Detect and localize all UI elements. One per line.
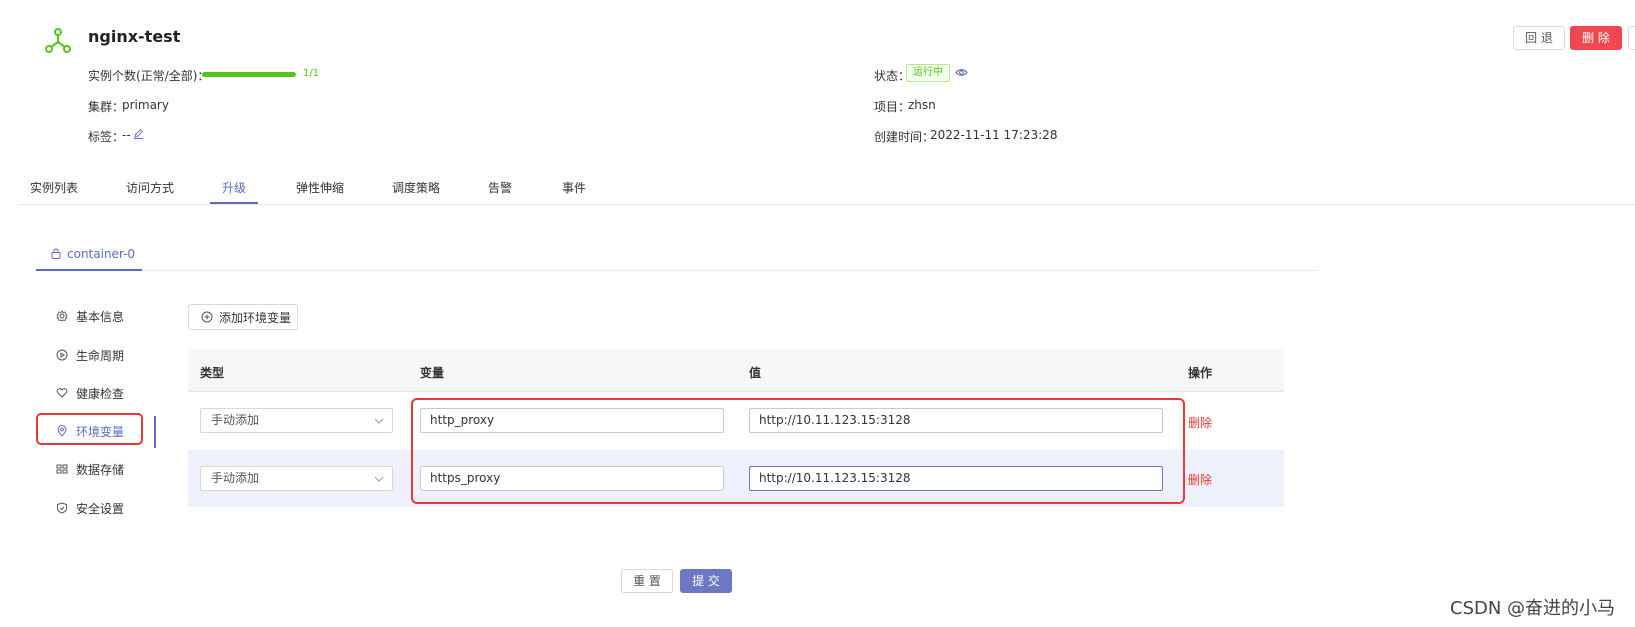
instances-label: 实例个数(正常/全部)： <box>88 69 210 83</box>
tags-label: 标签： <box>88 130 125 144</box>
instances-progress-bar <box>202 72 296 77</box>
env-type-value: 手动添加 <box>211 413 260 427</box>
highlight-box-side <box>36 413 143 445</box>
watermark: CSDN @奋进的小马 <box>1450 598 1616 619</box>
env-type-value: 手动添加 <box>211 471 260 485</box>
lock-icon <box>51 248 61 259</box>
col-header-type: 类型 <box>200 366 225 380</box>
container-tabs-divider <box>36 270 1318 271</box>
env-row-delete-link[interactable]: 删除 <box>1188 471 1212 488</box>
more-button[interactable] <box>1628 26 1635 50</box>
chevron-down-icon <box>374 476 384 482</box>
submit-button[interactable]: 提 交 <box>680 569 732 593</box>
created-value: 2022-11-11 17:23:28 <box>930 128 1058 142</box>
instances-progress-fill <box>202 72 296 77</box>
tab-upgrade[interactable]: 升级 <box>222 179 246 196</box>
storage-icon <box>56 464 68 474</box>
delete-button[interactable]: 删 除 <box>1570 26 1622 50</box>
tab-autoscale[interactable]: 弹性伸缩 <box>296 179 344 196</box>
tab-events[interactable]: 事件 <box>562 179 586 196</box>
tab-active-indicator <box>210 202 258 204</box>
env-type-select[interactable]: 手动添加 <box>200 466 393 491</box>
col-header-operation: 操作 <box>1188 366 1213 380</box>
cluster-label: 集群： <box>88 100 125 114</box>
cluster-value: primary <box>122 98 169 112</box>
rollback-button[interactable]: 回 退 <box>1513 26 1565 50</box>
side-item-lifecycle[interactable]: 生命周期 <box>56 345 124 365</box>
env-row-delete-link[interactable]: 删除 <box>1188 414 1212 431</box>
side-item-basic-info[interactable]: 基本信息 <box>56 306 124 326</box>
env-type-select[interactable]: 手动添加 <box>200 408 393 433</box>
container-tab-indicator <box>36 269 142 271</box>
tab-scheduling[interactable]: 调度策略 <box>392 179 440 196</box>
gear-icon <box>56 310 68 322</box>
side-item-label: 生命周期 <box>76 348 125 363</box>
add-env-var-label: 添加环境变量 <box>219 310 292 325</box>
tab-instances[interactable]: 实例列表 <box>30 179 78 196</box>
reset-button[interactable]: 重 置 <box>621 569 673 593</box>
status-label: 状态： <box>874 69 911 83</box>
play-circle-icon <box>56 349 68 361</box>
eye-icon[interactable] <box>955 66 968 79</box>
side-item-label: 健康检查 <box>76 386 125 401</box>
side-item-label: 数据存储 <box>76 462 125 477</box>
side-item-health-check[interactable]: 健康检查 <box>56 383 124 403</box>
created-label: 创建时间： <box>874 130 935 144</box>
project-label: 项目： <box>874 100 911 114</box>
app-logo-icon <box>44 27 72 55</box>
app-title: nginx-test <box>88 27 181 46</box>
project-value: zhsn <box>908 98 936 112</box>
status-badge: 运行中 <box>906 64 950 82</box>
side-item-label: 基本信息 <box>76 309 125 324</box>
plus-circle-icon <box>201 311 213 323</box>
shield-icon <box>57 502 67 514</box>
tags-value: -- <box>122 128 131 142</box>
add-env-var-button[interactable]: 添加环境变量 <box>188 304 298 330</box>
side-item-storage[interactable]: 数据存储 <box>56 459 124 479</box>
tab-access[interactable]: 访问方式 <box>126 179 174 196</box>
col-header-value: 值 <box>749 366 762 380</box>
side-item-security[interactable]: 安全设置 <box>56 498 124 518</box>
instances-count: 1/1 <box>303 68 320 79</box>
heart-icon <box>56 388 68 398</box>
chevron-down-icon <box>374 418 384 424</box>
side-item-label: 安全设置 <box>76 501 125 516</box>
tabs-divider <box>18 204 1635 205</box>
container-tab[interactable]: container-0 <box>67 247 135 261</box>
col-header-variable: 变量 <box>420 366 445 380</box>
env-table-header <box>188 349 1284 392</box>
highlight-box-table <box>411 398 1185 504</box>
side-active-indicator <box>154 416 156 448</box>
edit-pencil-icon[interactable] <box>133 128 144 139</box>
tab-alerts[interactable]: 告警 <box>488 179 512 196</box>
